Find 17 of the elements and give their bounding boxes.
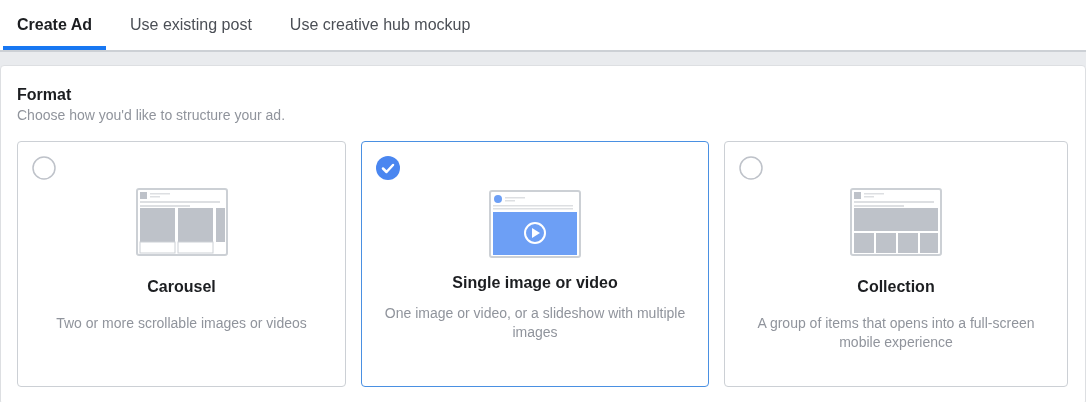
option-title: Collection: [857, 278, 935, 296]
format-option-card[interactable]: Single image or video One image or video, or a slideshow with multiple images: [361, 141, 709, 387]
option-title: Single image or video: [452, 274, 618, 292]
checked-radio-icon[interactable]: [376, 156, 400, 180]
format-option-card[interactable]: Collection A group of items that opens into a full-screen mobile experience: [724, 141, 1068, 387]
format-option-card[interactable]: Carousel Two or more scrollable images or videos: [17, 141, 346, 387]
radio-icon[interactable]: [739, 156, 763, 180]
radio-icon[interactable]: [32, 156, 56, 180]
option-description: A group of items that opens into a full-screen mobile experience: [756, 314, 1036, 352]
section-title: Format: [17, 86, 73, 104]
tab[interactable]: Create Ad: [3, 0, 106, 50]
option-description: Two or more scrollable images or videos: [55, 314, 308, 333]
section-subtitle: Choose how you'd like to structure your ad.: [17, 107, 287, 123]
option-title: Carousel: [147, 278, 216, 296]
tab[interactable]: Use existing post: [116, 0, 266, 50]
tab[interactable]: Use creative hub mockup: [275, 0, 485, 50]
option-description: One image or video, or a slideshow with multiple images: [383, 304, 687, 342]
